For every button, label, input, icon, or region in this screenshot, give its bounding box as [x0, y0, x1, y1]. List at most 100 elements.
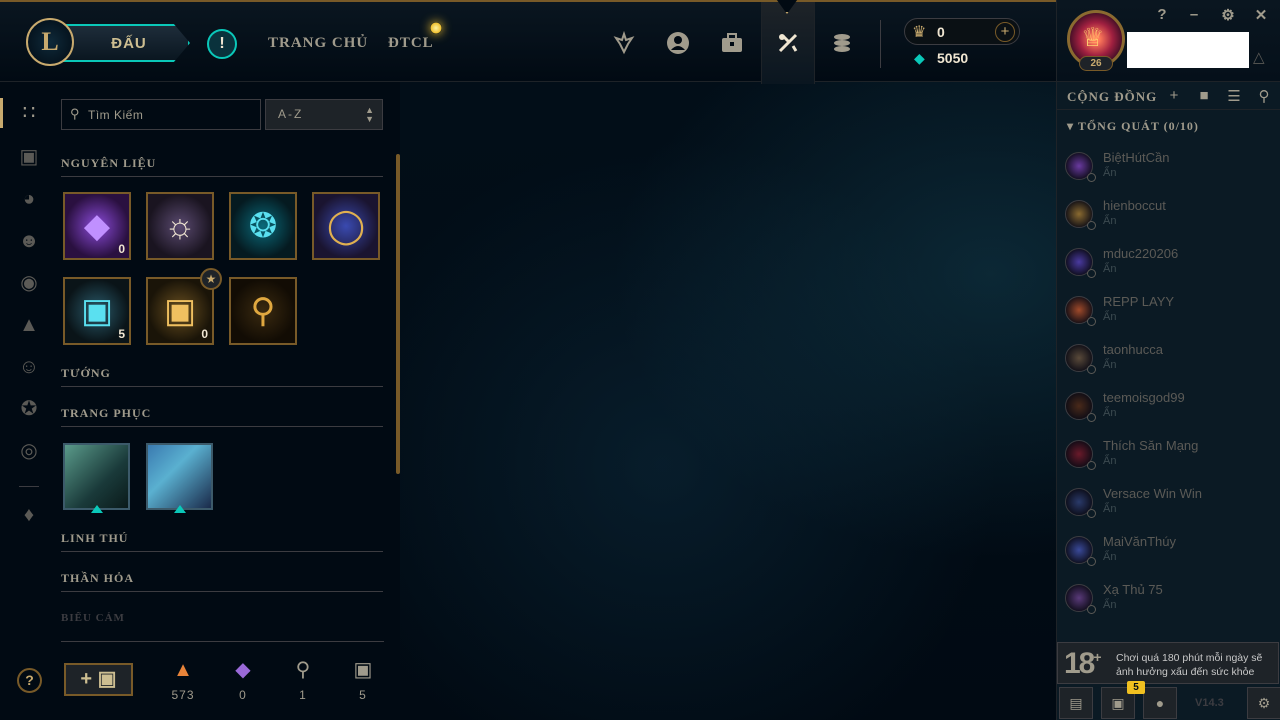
- playtime-warning: 18+ Chơi quá 180 phút mỗi ngày sẽ ảnh hư…: [1057, 642, 1279, 684]
- chest-icon: ▣: [97, 668, 117, 690]
- friend-row[interactable]: mduc220206 Ẩn: [1057, 244, 1280, 292]
- companion-egg-icon[interactable]: ◉: [16, 270, 42, 296]
- offline-status-icon: [1087, 605, 1096, 614]
- stat-value: 5: [359, 688, 367, 702]
- material-tile[interactable]: ▣ 5: [63, 277, 131, 345]
- ranked-icon[interactable]: [611, 30, 637, 56]
- profile-icon[interactable]: [665, 30, 691, 56]
- friend-name: MaiVănThúy: [1103, 534, 1176, 549]
- buy-rp-plus-icon[interactable]: +: [995, 22, 1015, 42]
- add-chest-button[interactable]: + ▣: [64, 663, 133, 696]
- group-label: TỔNG QUÁT (0/10): [1077, 119, 1199, 133]
- material-tile[interactable]: ☼: [146, 192, 214, 260]
- friend-row[interactable]: Xạ Thủ 75 Ẩn: [1057, 580, 1280, 628]
- loot-icon[interactable]: [775, 30, 801, 56]
- token-icon: ❂: [248, 207, 278, 245]
- offline-status-icon: [1087, 461, 1096, 470]
- friend-group-general[interactable]: ▾ TỔNG QUÁT (0/10): [1067, 119, 1199, 134]
- friend-status-text: Ẩn: [1103, 263, 1117, 275]
- key-icon: ⚲: [250, 292, 276, 330]
- voice-mic-icon[interactable]: ●: [1143, 687, 1177, 719]
- scrollbar[interactable]: [396, 154, 400, 474]
- chest-icon: ▣: [353, 659, 373, 681]
- bell-icon[interactable]: △: [1253, 48, 1265, 66]
- settings-gear-icon[interactable]: ⚙: [1219, 6, 1237, 24]
- friend-row[interactable]: Thích Săn Mạng Ẩn: [1057, 436, 1280, 484]
- bug-report-icon[interactable]: ⚙: [1247, 687, 1280, 719]
- champion-helmet-icon[interactable]: ◕: [16, 186, 42, 212]
- offline-status-icon: [1087, 557, 1096, 566]
- material-tile[interactable]: ⚲: [229, 277, 297, 345]
- section-title: THẦN HỎA: [61, 571, 135, 585]
- skin-shard-tile[interactable]: [146, 443, 213, 510]
- section-companions[interactable]: LINH THÚ: [61, 528, 383, 552]
- store-icon[interactable]: [829, 30, 855, 56]
- material-tile[interactable]: ◯: [312, 192, 380, 260]
- alert-icon[interactable]: !: [207, 29, 237, 59]
- tile-count: 0: [118, 242, 125, 256]
- offline-status-icon: [1087, 509, 1096, 518]
- offline-status-icon: [1087, 413, 1096, 422]
- play-button[interactable]: ĐẤU: [56, 24, 190, 62]
- orange-essence-icon: ▲: [173, 659, 193, 681]
- stat-value: 1: [299, 688, 307, 702]
- nav-tft[interactable]: ĐTCL: [388, 35, 434, 52]
- profile-area: ♕ 26 △ ? – ⚙ ✕: [1057, 0, 1280, 82]
- ward-icon[interactable]: ✪: [16, 396, 42, 422]
- topbar-divider: [880, 20, 881, 68]
- offline-status-icon: [1087, 221, 1096, 230]
- offline-status-icon: [1087, 317, 1096, 326]
- friend-status-text: Ẩn: [1103, 407, 1117, 419]
- friend-name: Xạ Thủ 75: [1103, 582, 1163, 597]
- search-input[interactable]: [88, 100, 258, 129]
- section-materials[interactable]: NGUYÊN LIỆU: [61, 153, 383, 177]
- friend-row[interactable]: Versace Win Win Ẩn: [1057, 484, 1280, 532]
- capsule-icon: ◯: [326, 207, 366, 245]
- sort-dropdown[interactable]: A-Z ▲ ▼: [265, 99, 383, 130]
- stat-chest: ▣ 5: [343, 656, 383, 702]
- chat-icon[interactable]: ▤: [1059, 687, 1093, 719]
- friend-name: hienboccut: [1103, 198, 1166, 213]
- all-items-grid-icon[interactable]: ∷: [16, 100, 42, 126]
- friend-row[interactable]: hienboccut Ẩn: [1057, 196, 1280, 244]
- friend-row[interactable]: taonhucca Ẩn: [1057, 340, 1280, 388]
- section-title: TRANG PHỤC: [61, 406, 152, 420]
- chest-category-icon[interactable]: ▣: [16, 144, 42, 170]
- upgrade-marker-icon: [174, 505, 186, 513]
- add-folder-icon[interactable]: ■: [1195, 87, 1213, 104]
- friend-name: mduc220206: [1103, 246, 1179, 261]
- nav-home[interactable]: TRANG CHỦ: [268, 35, 368, 52]
- league-logo-icon[interactable]: L: [26, 18, 74, 66]
- friend-name: Versace Win Win: [1103, 486, 1202, 501]
- orb-icon: ☼: [164, 207, 196, 245]
- help-window-icon[interactable]: ?: [1153, 6, 1171, 23]
- minimize-icon[interactable]: –: [1185, 6, 1203, 23]
- skin-shard-tile[interactable]: [63, 443, 130, 510]
- section-skins[interactable]: TRANG PHỤC: [61, 403, 383, 427]
- search-friend-icon[interactable]: ⚲: [1255, 87, 1273, 105]
- tile-count: 5: [118, 327, 125, 341]
- material-tile[interactable]: ❂: [229, 192, 297, 260]
- tft-category-icon[interactable]: ♦: [16, 502, 42, 528]
- section-title: NGUYÊN LIỆU: [61, 156, 157, 170]
- skin-mask-icon[interactable]: ☻: [16, 228, 42, 254]
- emote-face-icon[interactable]: ☺: [16, 354, 42, 380]
- icon-category-icon[interactable]: ◎: [16, 438, 42, 464]
- friend-row[interactable]: teemoisgod99 Ẩn: [1057, 388, 1280, 436]
- friend-row[interactable]: MaiVănThúy Ẩn: [1057, 532, 1280, 580]
- stat-orange-essence: ▲ 573: [163, 656, 203, 702]
- friend-row[interactable]: REPP LAYY Ẩn: [1057, 292, 1280, 340]
- close-icon[interactable]: ✕: [1252, 6, 1270, 24]
- tile-count: 0: [201, 327, 208, 341]
- friend-name: teemoisgod99: [1103, 390, 1185, 405]
- help-icon[interactable]: ?: [17, 668, 42, 693]
- material-tile[interactable]: ◆ 0: [63, 192, 131, 260]
- summoner-flame-icon[interactable]: ▲: [16, 312, 42, 338]
- mythic-essence-icon: ◆: [235, 659, 251, 681]
- friend-row[interactable]: BiệtHútCần Ẩn: [1057, 148, 1280, 196]
- section-summoner[interactable]: THẦN HỎA: [61, 568, 383, 592]
- list-view-icon[interactable]: ☰: [1225, 87, 1243, 105]
- collection-icon[interactable]: [719, 30, 745, 56]
- add-friend-icon[interactable]: +: [1165, 87, 1183, 104]
- section-champions[interactable]: TƯỚNG: [61, 363, 383, 387]
